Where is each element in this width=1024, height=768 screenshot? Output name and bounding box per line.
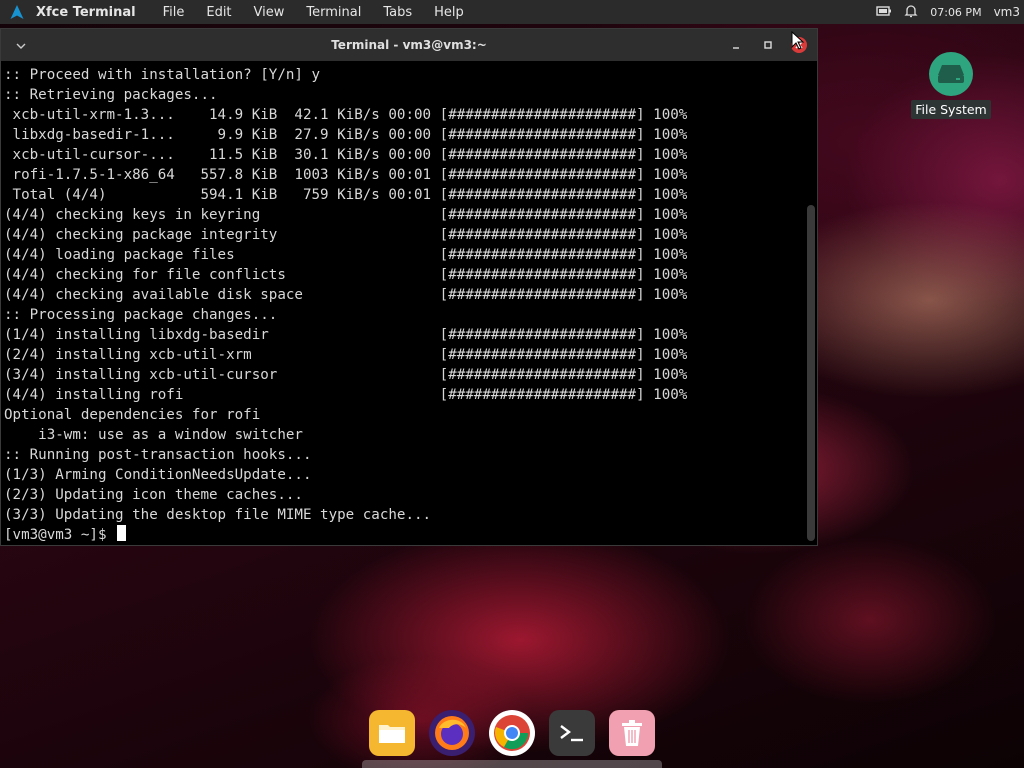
- terminal-line: (4/4) installing rofi [#################…: [4, 387, 688, 403]
- terminal-line: :: Running post-transaction hooks...: [4, 447, 312, 463]
- terminal-line: (3/3) Updating the desktop file MIME typ…: [4, 507, 432, 523]
- terminal-line: (1/4) installing libxdg-basedir [#######…: [4, 327, 688, 343]
- active-app-name: Xfce Terminal: [36, 4, 136, 20]
- window-titlebar[interactable]: Terminal - vm3@vm3:~: [1, 29, 817, 61]
- terminal-line: (4/4) checking keys in keyring [########…: [4, 207, 688, 223]
- user-menu[interactable]: vm3: [994, 5, 1020, 19]
- app-menu-bar: File Edit View Terminal Tabs Help: [152, 5, 475, 20]
- window-title: Terminal - vm3@vm3:~: [331, 38, 487, 52]
- maximize-button[interactable]: [760, 37, 776, 53]
- menu-tabs[interactable]: Tabs: [372, 5, 423, 20]
- text-cursor: [117, 525, 127, 541]
- dock-bar: [362, 760, 662, 768]
- window-menu-chevron-icon[interactable]: [1, 39, 41, 52]
- menu-edit[interactable]: Edit: [195, 5, 242, 20]
- notification-bell-icon[interactable]: [904, 4, 918, 21]
- menu-file[interactable]: File: [152, 5, 196, 20]
- terminal-line: (4/4) checking package integrity [######…: [4, 227, 688, 243]
- terminal-icon[interactable]: [549, 710, 595, 756]
- firefox-icon[interactable]: [429, 710, 475, 756]
- minimize-button[interactable]: [728, 37, 744, 53]
- menu-terminal[interactable]: Terminal: [295, 5, 372, 20]
- clock[interactable]: 07:06 PM: [930, 6, 981, 19]
- terminal-line: (4/4) checking for file conflicts [#####…: [4, 267, 688, 283]
- terminal-line: :: Processing package changes...: [4, 307, 278, 323]
- battery-icon[interactable]: [876, 5, 892, 20]
- terminal-line: xcb-util-xrm-1.3... 14.9 KiB 42.1 KiB/s …: [4, 107, 688, 123]
- terminal-scrollbar[interactable]: [807, 65, 815, 541]
- terminal-line: Total (4/4) 594.1 KiB 759 KiB/s 00:01 [#…: [4, 187, 688, 203]
- terminal-line: rofi-1.7.5-1-x86_64 557.8 KiB 1003 KiB/s…: [4, 167, 688, 183]
- terminal-line: Optional dependencies for rofi: [4, 407, 261, 423]
- system-tray: 07:06 PM vm3: [876, 4, 1024, 21]
- terminal-line: :: Retrieving packages...: [4, 87, 218, 103]
- terminal-output[interactable]: :: Proceed with installation? [Y/n] y:: …: [1, 65, 807, 541]
- terminal-line: libxdg-basedir-1... 9.9 KiB 27.9 KiB/s 0…: [4, 127, 688, 143]
- menu-view[interactable]: View: [243, 5, 296, 20]
- shell-prompt: [vm3@vm3 ~]$: [4, 527, 116, 541]
- terminal-line: i3-wm: use as a window switcher: [4, 427, 303, 443]
- mouse-pointer-icon: [791, 30, 805, 55]
- terminal-prompt-line[interactable]: [vm3@vm3 ~]$: [4, 525, 807, 541]
- terminal-window[interactable]: Terminal - vm3@vm3:~ :: Proceed with ins…: [0, 28, 818, 546]
- desktop-icon-label: File System: [911, 100, 991, 119]
- terminal-line: :: Proceed with installation? [Y/n] y: [4, 67, 321, 83]
- chrome-icon[interactable]: [489, 710, 535, 756]
- drive-icon: [929, 52, 973, 96]
- terminal-line: (4/4) loading package files [###########…: [4, 247, 688, 263]
- trash-icon[interactable]: [609, 710, 655, 756]
- terminal-line: (2/3) Updating icon theme caches...: [4, 487, 303, 503]
- arch-logo-icon[interactable]: [6, 0, 28, 24]
- terminal-line: (1/3) Arming ConditionNeedsUpdate...: [4, 467, 312, 483]
- scrollbar-thumb[interactable]: [807, 205, 815, 541]
- dock: [362, 704, 662, 768]
- menu-help[interactable]: Help: [423, 5, 475, 20]
- terminal-line: (4/4) checking available disk space [###…: [4, 287, 688, 303]
- terminal-line: xcb-util-cursor-... 11.5 KiB 30.1 KiB/s …: [4, 147, 688, 163]
- desktop-icon-file-system[interactable]: File System: [908, 52, 994, 119]
- terminal-line: (2/4) installing xcb-util-xrm [#########…: [4, 347, 688, 363]
- files-icon[interactable]: [369, 710, 415, 756]
- terminal-line: (3/4) installing xcb-util-cursor [######…: [4, 367, 688, 383]
- top-panel: Xfce Terminal File Edit View Terminal Ta…: [0, 0, 1024, 24]
